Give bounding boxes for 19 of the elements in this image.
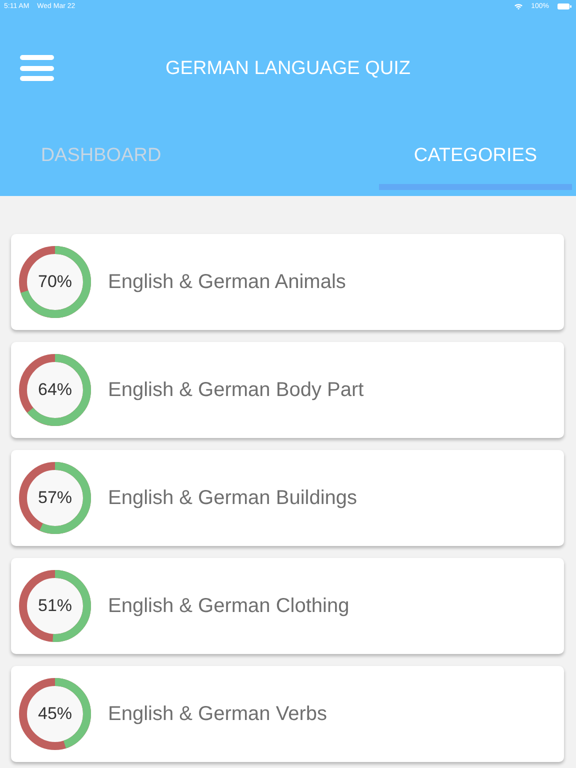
category-name: English & German Clothing [108, 594, 350, 618]
menu-icon[interactable] [20, 55, 54, 81]
category-card[interactable]: 45% English & German Verbs [11, 666, 564, 762]
category-name: English & German Animals [108, 270, 346, 294]
category-name: English & German Body Part [108, 378, 364, 402]
category-name: English & German Buildings [108, 486, 358, 510]
app-title: GERMAN LANGUAGE QUIZ [164, 58, 412, 80]
category-card[interactable]: 57% English & German Buildings [11, 450, 564, 546]
category-card[interactable]: 51% English & German Clothing [11, 558, 564, 654]
wifi-icon [514, 2, 524, 10]
category-card[interactable]: 64% English & German Body Part [11, 342, 564, 438]
category-card[interactable]: 70% English & German Animals [11, 234, 564, 330]
category-name: English & German Verbs [108, 702, 327, 726]
battery-icon [557, 2, 572, 10]
percent-label: 57% [38, 488, 72, 508]
percent-label: 45% [38, 704, 72, 724]
percent-label: 51% [38, 596, 72, 616]
percent-label: 70% [38, 272, 72, 292]
percent-label: 64% [38, 380, 72, 400]
